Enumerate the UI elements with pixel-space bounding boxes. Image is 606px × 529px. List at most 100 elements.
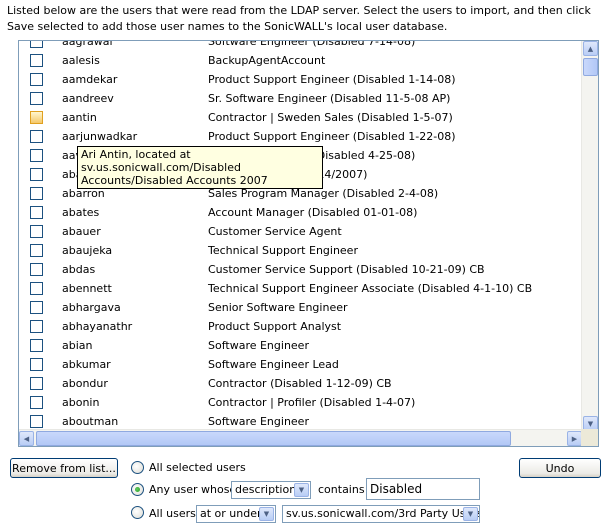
horizontal-scrollbar[interactable]: ◀ ▶ <box>19 429 582 446</box>
user-checkbox[interactable] <box>30 225 43 238</box>
user-name: aamdekar <box>62 73 118 86</box>
user-checkbox[interactable] <box>30 282 43 295</box>
user-checkbox[interactable] <box>30 92 43 105</box>
user-name: abennett <box>62 282 112 295</box>
user-name: aagrawal <box>62 41 113 48</box>
user-checkbox[interactable] <box>30 377 43 390</box>
user-row[interactable]: aantin Contractor | Sweden Sales (Disable… <box>19 110 582 129</box>
user-name: abdas <box>62 263 96 276</box>
user-checkbox[interactable] <box>30 396 43 409</box>
user-description: Senior Software Engineer <box>208 301 348 314</box>
all-users-radio[interactable] <box>131 506 144 519</box>
user-checkbox[interactable] <box>30 168 43 181</box>
user-row[interactable]: abkumar Software Engineer Lead <box>19 357 582 376</box>
undo-button[interactable]: Undo <box>519 458 601 478</box>
attribute-select[interactable]: description ▼ <box>231 481 311 499</box>
vertical-scroll-thumb[interactable] <box>583 58 598 76</box>
chevron-down-icon[interactable]: ▼ <box>463 507 478 521</box>
user-row[interactable]: abian Software Engineer <box>19 338 582 357</box>
user-checkbox[interactable] <box>30 73 43 86</box>
user-row[interactable]: aandreev Sr. Software Engineer (Disabled … <box>19 91 582 110</box>
user-name: aalesis <box>62 54 100 67</box>
user-row[interactable]: abhargava Senior Software Engineer <box>19 300 582 319</box>
horizontal-scroll-thumb[interactable] <box>36 431 511 446</box>
user-description: Technical Support Engineer Associate (Di… <box>208 282 533 295</box>
user-checkbox[interactable] <box>30 149 43 162</box>
scope-select-value: at or under <box>200 507 262 520</box>
user-checkbox[interactable] <box>30 206 43 219</box>
user-name: abhayanathr <box>62 320 133 333</box>
any-user-whose-label: Any user whose <box>149 483 237 496</box>
user-checkbox[interactable] <box>30 54 43 67</box>
attribute-select-value: description <box>235 483 297 496</box>
contains-label: contains <box>318 483 365 496</box>
user-description: Account Manager (Disabled 01-01-08) <box>208 206 418 219</box>
user-name: aantin <box>62 111 97 124</box>
chevron-down-icon[interactable]: ▼ <box>259 507 274 521</box>
user-row[interactable]: abauer Customer Service Agent <box>19 224 582 243</box>
intro-text: Listed below are the users that were rea… <box>7 4 591 33</box>
user-description: Contractor | Sweden Sales (Disabled 1-5-… <box>208 111 453 124</box>
all-selected-users-label: All selected users <box>149 461 246 474</box>
user-name: aarjunwadkar <box>62 130 138 143</box>
user-row[interactable]: aamdekar Product Support Engineer (Disabl… <box>19 72 582 91</box>
tooltip-line-1: Ari Antin, located at sv.us.sonicwall.co… <box>81 148 241 174</box>
user-tooltip: Ari Antin, located at sv.us.sonicwall.co… <box>77 146 323 189</box>
all-users-label: All users <box>149 507 196 520</box>
user-checkbox[interactable] <box>30 244 43 257</box>
user-name: abaujeka <box>62 244 113 257</box>
user-name: abates <box>62 206 100 219</box>
user-row[interactable]: abaujeka Technical Support Engineer <box>19 243 582 262</box>
user-row[interactable]: aalesis BackupAgentAccount <box>19 53 582 72</box>
user-checkbox[interactable] <box>30 130 43 143</box>
user-row[interactable]: aagrawal Software Engineer (Disabled 7-14… <box>19 41 582 53</box>
user-checkbox[interactable] <box>30 263 43 276</box>
scroll-up-icon[interactable]: ▲ <box>583 41 598 56</box>
user-description: Technical Support Engineer <box>208 244 358 257</box>
user-row[interactable]: abonin Contractor | Profiler (Disabled 1-… <box>19 395 582 414</box>
user-name: abonin <box>62 396 100 409</box>
ou-path-select-value: sv.us.sonicwall.com/3rd Party Users <box>286 507 480 520</box>
user-checkbox[interactable] <box>30 301 43 314</box>
user-checkbox[interactable] <box>30 187 43 200</box>
user-row[interactable]: abhayanathr Product Support Analyst <box>19 319 582 338</box>
chevron-down-icon[interactable]: ▼ <box>294 483 309 497</box>
all-selected-users-radio[interactable] <box>131 461 144 474</box>
user-name: abauer <box>62 225 101 238</box>
user-row[interactable]: abates Account Manager (Disabled 01-01-08… <box>19 205 582 224</box>
contains-input[interactable]: Disabled <box>366 478 480 500</box>
vertical-scrollbar[interactable]: ▲ ▼ <box>581 41 598 431</box>
user-name: aboutman <box>62 415 119 428</box>
scrollbar-corner <box>581 429 598 446</box>
scroll-left-icon[interactable]: ◀ <box>19 431 34 446</box>
user-checkbox[interactable] <box>30 339 43 352</box>
user-description: Software Engineer <box>208 415 309 428</box>
user-rows: aagrawal Software Engineer (Disabled 7-14… <box>19 41 582 431</box>
user-row[interactable]: abondur Contractor (Disabled 1-12-09) CB <box>19 376 582 395</box>
user-description: Sr. Software Engineer (Disabled 11-5-08 … <box>208 92 451 105</box>
any-user-whose-radio[interactable] <box>131 483 144 496</box>
user-name: abkumar <box>62 358 111 371</box>
user-name: aandreev <box>62 92 114 105</box>
user-description: Software Engineer Lead <box>208 358 339 371</box>
user-list[interactable]: aagrawal Software Engineer (Disabled 7-14… <box>18 40 599 447</box>
user-description: BackupAgentAccount <box>208 54 326 67</box>
user-row[interactable]: abennett Technical Support Engineer Assoc… <box>19 281 582 300</box>
user-checkbox[interactable] <box>30 111 43 124</box>
user-checkbox[interactable] <box>30 320 43 333</box>
remove-from-list-button[interactable]: Remove from list... <box>10 458 118 478</box>
user-description: Contractor | Profiler (Disabled 1-4-07) <box>208 396 416 409</box>
user-description: Software Engineer <box>208 339 309 352</box>
user-row[interactable]: abdas Customer Service Support (Disabled … <box>19 262 582 281</box>
user-checkbox[interactable] <box>30 41 43 48</box>
user-description: Contractor (Disabled 1-12-09) CB <box>208 377 392 390</box>
scroll-right-icon[interactable]: ▶ <box>567 431 582 446</box>
user-checkbox[interactable] <box>30 415 43 428</box>
user-description: Product Support Analyst <box>208 320 342 333</box>
scope-select[interactable]: at or under ▼ <box>196 505 276 523</box>
ou-path-select[interactable]: sv.us.sonicwall.com/3rd Party Users ▼ <box>282 505 480 523</box>
tooltip-line-2: Accounts/Disabled Accounts 2007 <box>81 174 268 187</box>
user-name: abian <box>62 339 93 352</box>
user-checkbox[interactable] <box>30 358 43 371</box>
user-name: abhargava <box>62 301 121 314</box>
